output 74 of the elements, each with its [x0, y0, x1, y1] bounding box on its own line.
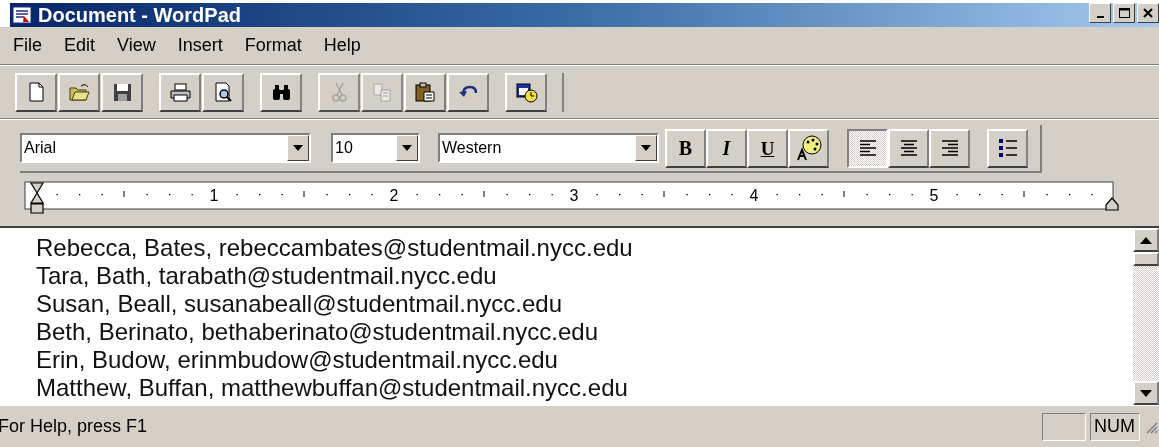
toolbar-button[interactable]: [505, 72, 547, 112]
toolbar-button[interactable]: [101, 72, 143, 112]
up-arrow-icon: [1140, 236, 1152, 244]
status-panel: [1042, 412, 1086, 441]
dropdown[interactable]: 10: [331, 133, 420, 163]
toolbar-button[interactable]: [58, 72, 100, 112]
maximize-button[interactable]: [1113, 3, 1135, 23]
ruler-number: 3: [569, 187, 579, 204]
dropdown-value: Western: [441, 140, 503, 156]
toolbar-button[interactable]: [15, 72, 57, 112]
toolbar-button[interactable]: [159, 72, 201, 112]
align-right-icon: [939, 138, 960, 158]
maximize-icon: [1118, 8, 1130, 18]
align-center-icon: [898, 138, 919, 158]
scroll-up-button[interactable]: [1133, 228, 1159, 252]
document-text-line: Erin, Budow, erinmbudow@studentmail.nycc.edu: [36, 346, 559, 374]
calendar-clock-icon: [514, 81, 538, 103]
status-indicator: NUM: [1090, 412, 1140, 441]
menu-item[interactable]: Format: [233, 32, 313, 59]
clipboard-icon: [413, 81, 437, 103]
format-button[interactable]: I: [706, 128, 747, 168]
caret-icon: [641, 145, 651, 151]
document-text-line: Matthew, Buffan, matthewbuffan@studentmail.nycc.edu: [36, 374, 629, 402]
bulleted-list-icon: [996, 137, 1019, 159]
document-text-line: Tara, Bath, tarabath@studentmail.nycc.edu: [36, 262, 498, 290]
close-icon: [1143, 8, 1153, 18]
scrollbar[interactable]: [1133, 228, 1159, 405]
format-button[interactable]: U: [747, 128, 788, 168]
toolbar-button[interactable]: [404, 72, 446, 112]
palette-icon: [795, 135, 822, 161]
copy-pages-icon: [370, 81, 394, 103]
toolbar-button[interactable]: [447, 72, 489, 112]
app-icon: [12, 6, 32, 24]
dropdown-arrow-button[interactable]: [396, 135, 418, 161]
minimize-button[interactable]: [1089, 3, 1111, 23]
dropdown[interactable]: Arial: [20, 133, 311, 163]
menu-item[interactable]: Insert: [166, 32, 234, 59]
minimize-icon: [1096, 16, 1104, 18]
scroll-down-button[interactable]: [1133, 381, 1159, 405]
dropdown-arrow-button[interactable]: [635, 135, 657, 161]
close-button[interactable]: [1137, 3, 1159, 23]
menu-item[interactable]: Edit: [53, 32, 107, 59]
menu-item[interactable]: File: [2, 32, 53, 59]
dropdown-arrow-button[interactable]: [287, 135, 309, 161]
caret-icon: [293, 145, 303, 151]
status-text: For Help, press F1: [0, 415, 148, 438]
caret-icon: [402, 145, 412, 151]
document-text-line: Susan, Beall, susanabeall@studentmail.nycc.edu: [36, 290, 563, 318]
printer-icon: [168, 81, 192, 103]
menu-item[interactable]: Help: [312, 32, 372, 59]
toolbar-button[interactable]: [202, 72, 244, 112]
dropdown-value: Arial: [23, 140, 57, 156]
left-indent-marker[interactable]: [29, 182, 45, 214]
bullets-button[interactable]: [987, 128, 1028, 168]
menu-item[interactable]: View: [106, 32, 167, 59]
right-indent-marker[interactable]: [1105, 197, 1119, 211]
format-button[interactable]: [788, 128, 829, 168]
ruler-number: 1: [209, 187, 219, 204]
toolbar-button[interactable]: [260, 72, 302, 112]
ruler-number: 2: [389, 187, 399, 204]
dropdown[interactable]: Western: [438, 133, 659, 163]
ruler-number: 5: [929, 187, 939, 204]
align-left-icon: [857, 138, 878, 158]
align-button[interactable]: [847, 128, 888, 168]
ruler-number: 4: [749, 187, 759, 204]
format-button[interactable]: B: [665, 128, 706, 168]
window-title: Document - WordPad: [38, 5, 241, 25]
resize-grip-icon[interactable]: [1144, 419, 1158, 434]
document-text-line: Rebecca, Bates, rebeccambates@studentmail.nycc.edu: [36, 234, 634, 262]
down-arrow-icon: [1140, 389, 1152, 397]
document-text-line: Beth, Berinato, bethaberinato@studentmail.nycc.edu: [36, 318, 600, 346]
scroll-thumb[interactable]: [1133, 252, 1159, 266]
folder-icon: [67, 81, 91, 103]
dropdown-value: 10: [334, 140, 354, 156]
